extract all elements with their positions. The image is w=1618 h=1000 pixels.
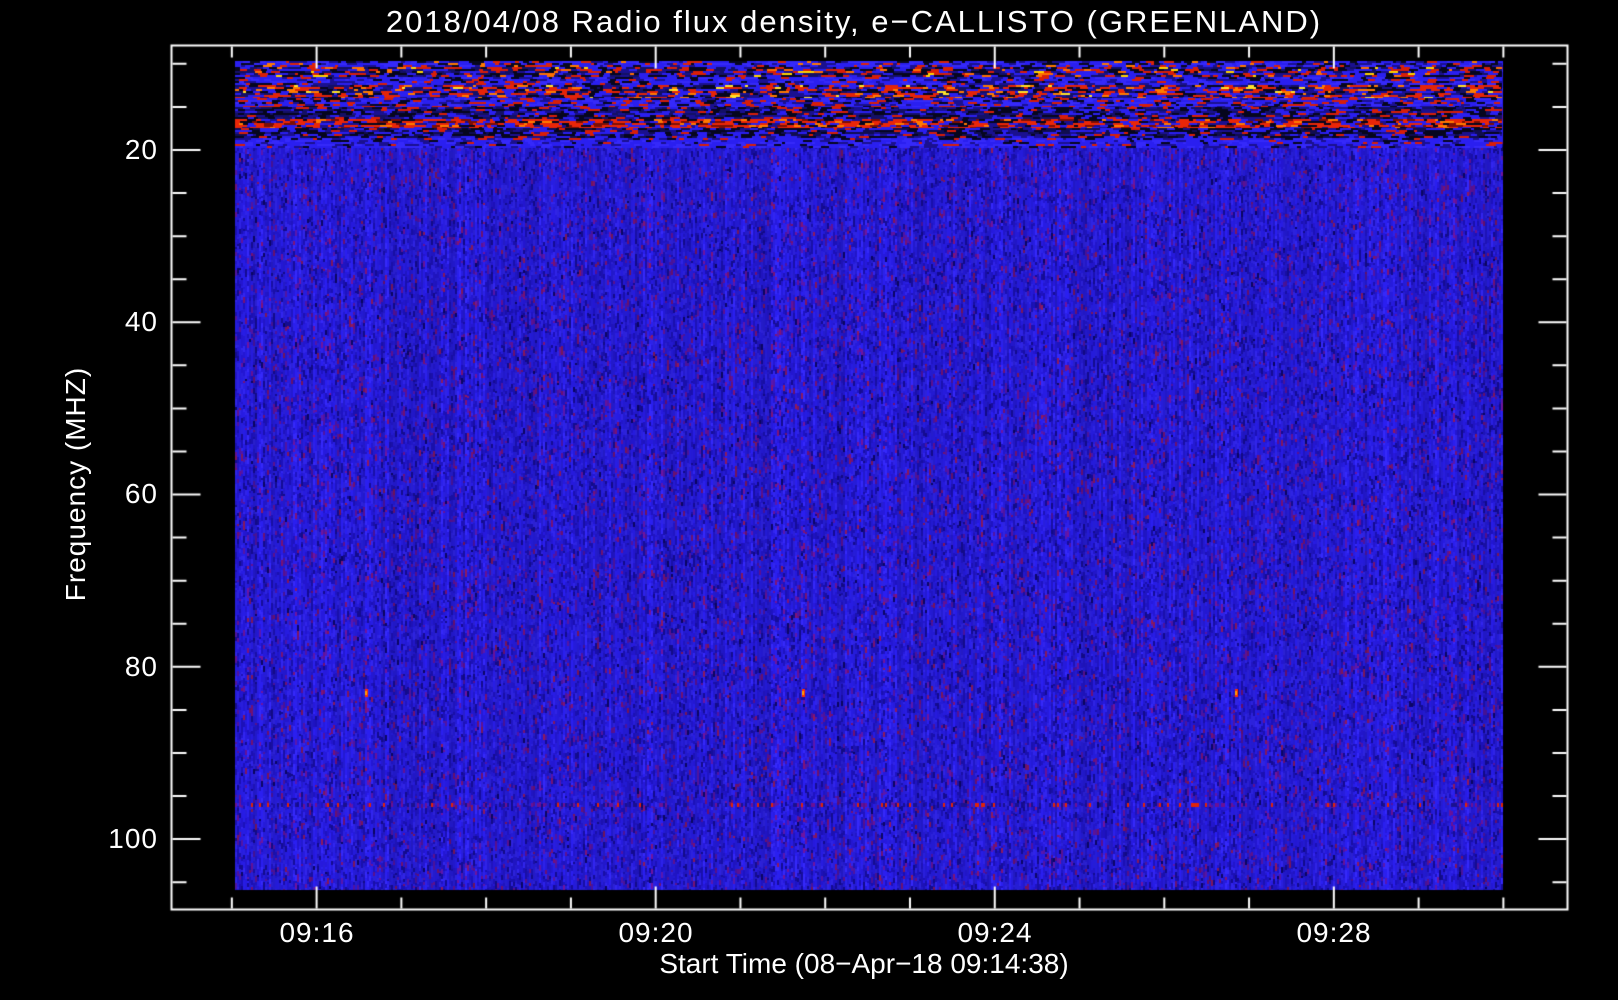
y-tick-label-20: 20 — [124, 134, 158, 165]
x-axis-title: Start Time (08−Apr−18 09:14:38) — [659, 948, 1069, 979]
y-tick-label-100: 100 — [108, 823, 158, 854]
x-tick-label-0920: 09:20 — [618, 917, 694, 948]
y-tick-label-80: 80 — [124, 651, 158, 682]
x-tick-label-0928: 09:28 — [1296, 917, 1372, 948]
y-tick-label-40: 40 — [124, 306, 158, 337]
spectrogram-page: { "title": "2018/04/08 Radio flux densit… — [0, 0, 1618, 1000]
y-tick-label-60: 60 — [124, 478, 158, 509]
chart-title: 2018/04/08 Radio flux density, e−CALLIST… — [385, 4, 1323, 39]
spectrogram-plot-canvas — [0, 0, 1618, 1000]
x-tick-label-0924: 09:24 — [957, 917, 1033, 948]
x-tick-label-0916: 09:16 — [279, 917, 355, 948]
